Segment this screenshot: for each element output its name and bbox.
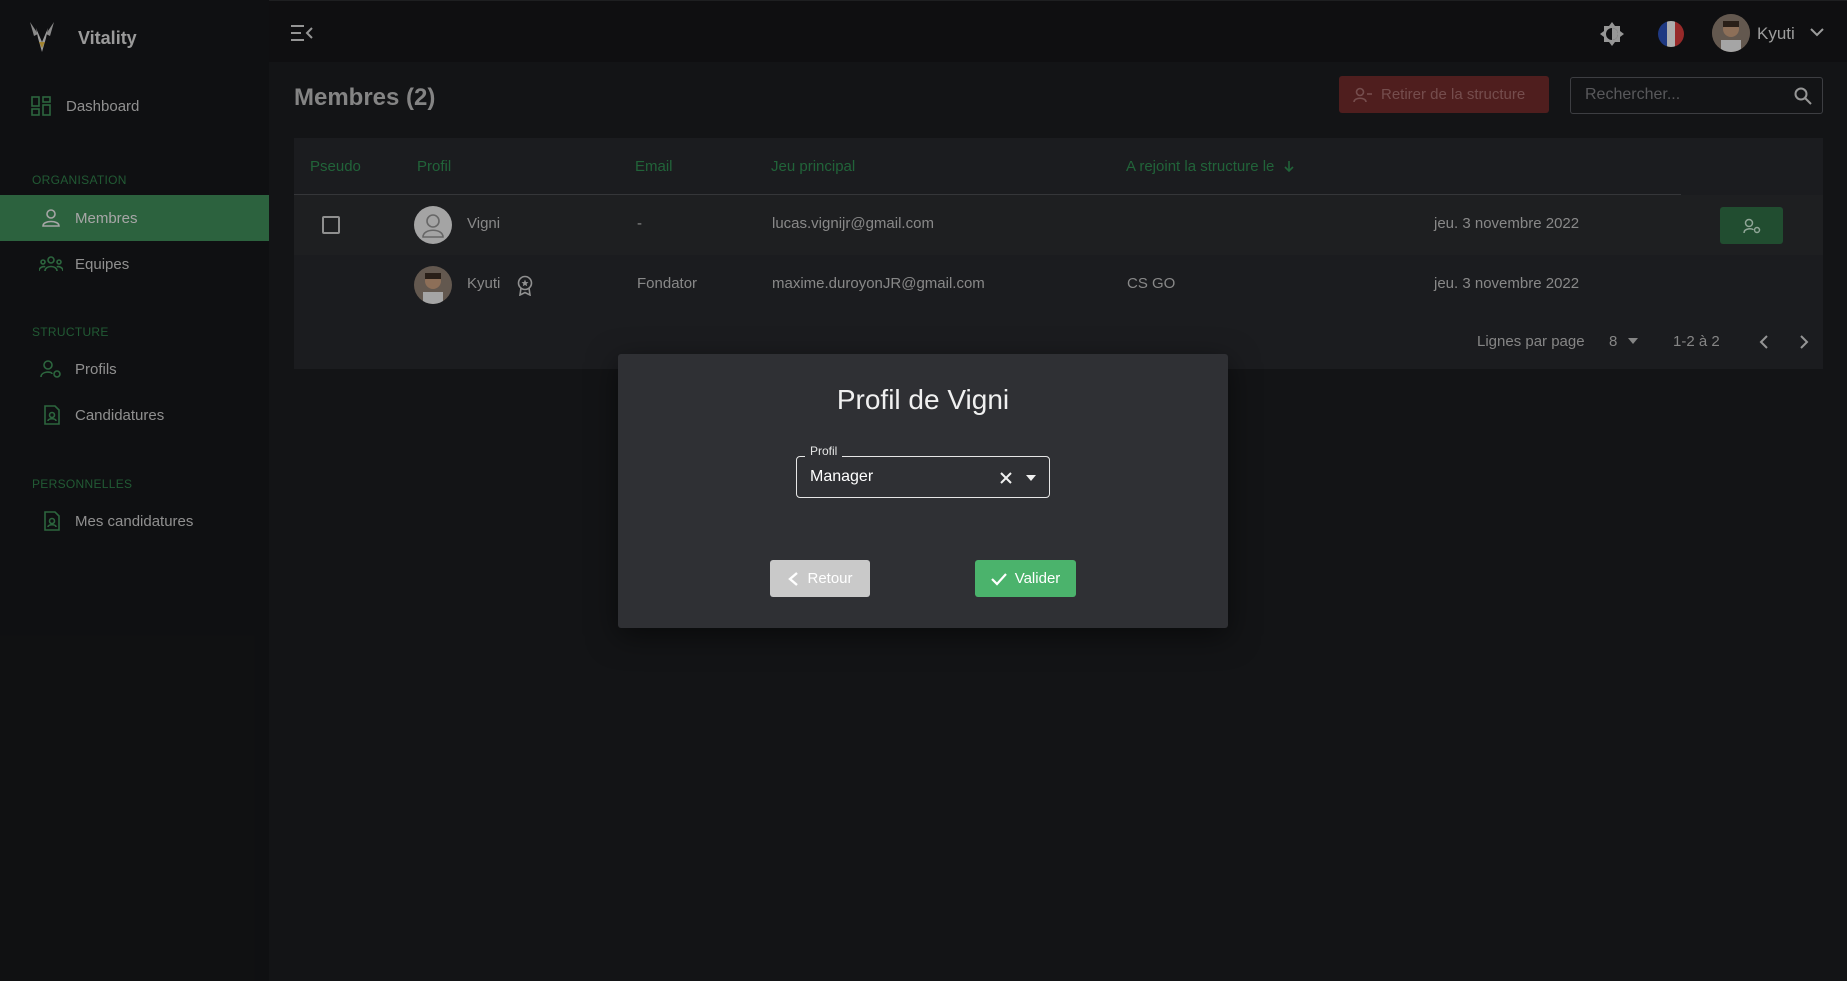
profile-input[interactable] bbox=[810, 468, 990, 486]
profile-field-label: Profil bbox=[805, 444, 843, 458]
validate-button-label: Valider bbox=[1014, 570, 1061, 587]
check-icon bbox=[990, 572, 1007, 586]
validate-button[interactable]: Valider bbox=[975, 560, 1076, 597]
chevron-left-icon bbox=[788, 571, 799, 586]
caret-down-icon[interactable] bbox=[1025, 474, 1037, 482]
back-button[interactable]: Retour bbox=[770, 560, 870, 597]
dialog-title: Profil de Vigni bbox=[836, 384, 1010, 415]
clear-icon[interactable] bbox=[998, 470, 1014, 486]
back-button-label: Retour bbox=[807, 570, 853, 587]
profile-select[interactable]: Profil bbox=[796, 444, 1050, 498]
profile-dialog: Profil de Vigni Profil Retour Valider bbox=[618, 354, 1228, 628]
